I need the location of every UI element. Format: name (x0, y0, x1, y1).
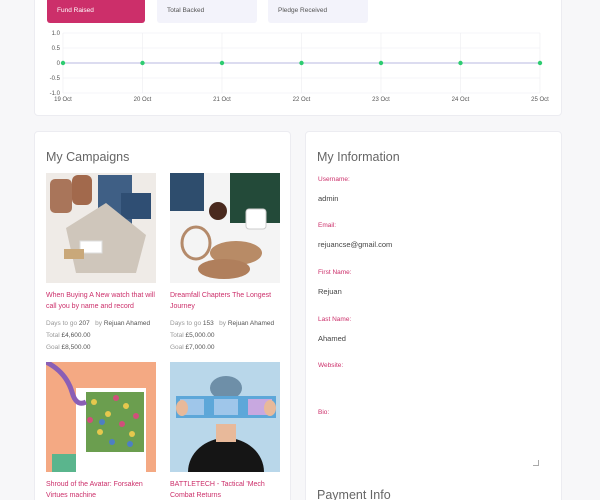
campaign-image[interactable] (170, 362, 280, 472)
bio-textarea[interactable] (318, 416, 551, 472)
first-name-field[interactable]: Rejuan (318, 287, 342, 296)
campaigns-title: My Campaigns (46, 150, 130, 164)
data-point (378, 60, 384, 66)
campaign-item[interactable]: Shroud of the Avatar: Forsaken Virtues m… (46, 362, 156, 500)
days-label: Days to go (46, 320, 78, 327)
website-field[interactable] (318, 380, 551, 392)
campaigns-card: My Campaigns When Buying A New watch tha… (34, 131, 291, 500)
y-tick-label: 0 (57, 61, 61, 67)
information-card: My Information Username: admin Email: re… (305, 131, 562, 500)
total-label: Total (170, 332, 184, 339)
y-tick-label: 1.0 (52, 31, 61, 37)
campaign-title[interactable]: Shroud of the Avatar: Forsaken Virtues m… (46, 479, 156, 500)
x-tick-label: 22 Oct (293, 97, 311, 103)
campaign-title[interactable]: Dreamfall Chapters The Longest Journey (170, 290, 280, 312)
goal-label: Goal (170, 344, 184, 351)
email-field[interactable]: rejuancse@gmail.com (318, 240, 392, 249)
campaign-image[interactable] (170, 173, 280, 283)
campaign-meta: Days to go 207 by Rejuan Ahamed Total £4… (46, 318, 156, 354)
total-value: £5,000.00 (185, 332, 215, 339)
email-label: Email: (318, 222, 337, 229)
line-chart: 1.00.50-0.5-1.019 Oct 20 Oct 21 Oct 22 Oct 2… (50, 31, 550, 103)
x-tick-label: 21 Oct (213, 97, 231, 103)
website-label: Website: (318, 362, 344, 369)
data-point (458, 60, 463, 66)
data-point (299, 60, 304, 66)
campaign-item[interactable]: BATTLETECH - Tactical 'Mech Combat Retur… (170, 362, 280, 500)
y-tick-label: -0.5 (50, 76, 61, 82)
payment-info-title: Payment Info (317, 488, 391, 500)
bio-label: Bio: (318, 409, 330, 416)
goal-label: Goal (46, 344, 60, 351)
total-label: Total (46, 332, 60, 339)
campaign-meta: Days to go 153 by Rejuan Ahamed Total £5… (170, 318, 280, 354)
campaign-title[interactable]: BATTLETECH - Tactical 'Mech Combat Retur… (170, 479, 280, 500)
days-value: 207 (78, 320, 90, 327)
username-label: Username: (318, 176, 350, 183)
information-title: My Information (317, 150, 400, 164)
username-field[interactable]: admin (318, 194, 338, 203)
campaign-item[interactable]: Dreamfall Chapters The Longest Journey D… (170, 173, 280, 354)
x-tick-label: 24 Oct (452, 97, 470, 103)
goal-value: £7,000.00 (185, 344, 215, 351)
y-tick-label: 0.5 (52, 46, 61, 52)
data-point (537, 60, 543, 66)
campaign-item[interactable]: When Buying A New watch that will call y… (46, 173, 156, 354)
author: Rejuan Ahamed (227, 320, 275, 327)
campaign-image[interactable] (46, 173, 156, 283)
x-tick-label: 25 Oct (531, 97, 549, 103)
days-value: 153 (202, 320, 214, 327)
chart-card: Fund Raised Total Backed Pledge Received… (34, 0, 562, 116)
days-label: Days to go (170, 320, 202, 327)
x-tick-label: 19 Oct (54, 97, 72, 103)
x-tick-label: 23 Oct (372, 97, 390, 103)
last-name-field[interactable]: Ahamed (318, 334, 346, 343)
data-point (219, 60, 225, 66)
by-label: by (95, 320, 103, 327)
x-tick-label: 20 Oct (134, 97, 152, 103)
data-point (140, 60, 145, 66)
campaign-image[interactable] (46, 362, 156, 472)
total-value: £4,600.00 (61, 332, 91, 339)
first-name-label: First Name: (318, 269, 352, 276)
by-label: by (219, 320, 227, 327)
data-point (60, 60, 66, 66)
last-name-label: Last Name: (318, 316, 352, 323)
resize-handle-icon[interactable] (533, 460, 539, 466)
author: Rejuan Ahamed (103, 320, 151, 327)
campaign-title[interactable]: When Buying A New watch that will call y… (46, 290, 156, 312)
goal-value: £8,500.00 (61, 344, 91, 351)
